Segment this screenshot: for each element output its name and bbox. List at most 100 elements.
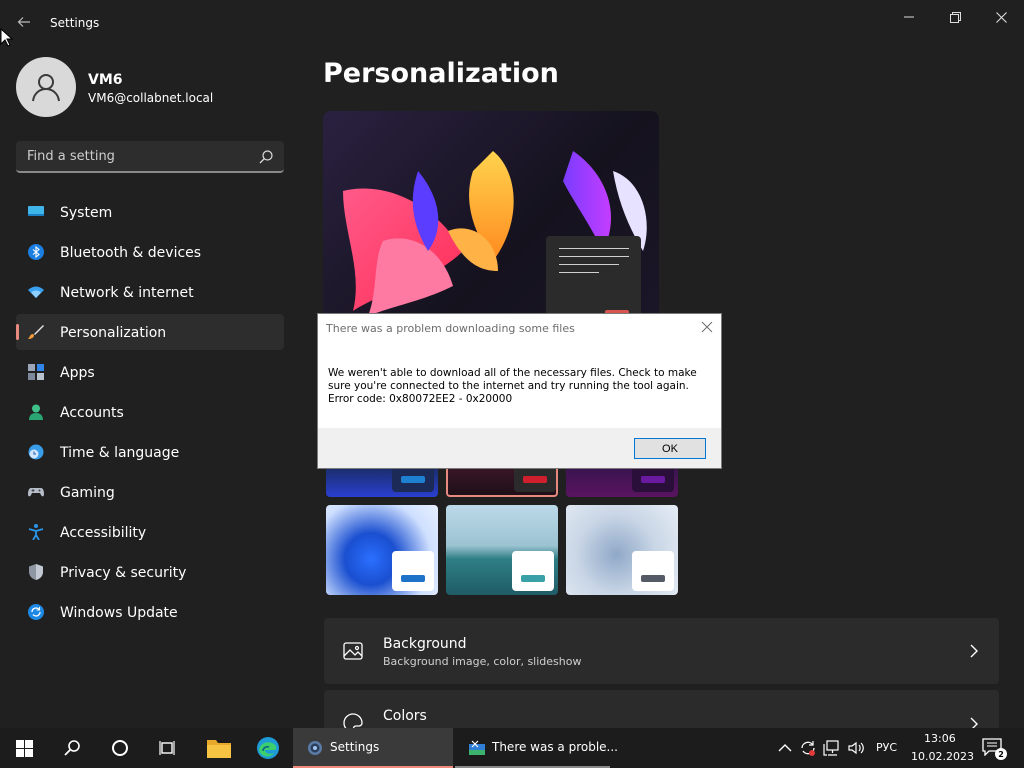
sidebar-item-system[interactable]: System <box>16 194 284 230</box>
mouse-pointer-icon <box>0 28 14 47</box>
back-button[interactable] <box>12 12 36 36</box>
start-button[interactable] <box>0 728 48 768</box>
network-icon[interactable] <box>823 739 841 757</box>
sidebar-item-network[interactable]: Network & internet <box>16 274 284 310</box>
search-icon <box>64 740 80 756</box>
close-icon[interactable] <box>701 321 713 333</box>
apps-icon <box>28 364 44 380</box>
sidebar-item-apps[interactable]: Apps <box>16 354 284 390</box>
restore-button[interactable] <box>932 4 978 30</box>
search-input[interactable]: Find a setting <box>16 141 284 173</box>
restore-icon <box>949 11 961 23</box>
notification-count-badge: 2 <box>995 748 1007 760</box>
dialog-message-line: sure you're connected to the internet an… <box>328 380 689 392</box>
sidebar-item-windows-update[interactable]: Windows Update <box>16 594 284 630</box>
cortana-button[interactable] <box>96 728 144 768</box>
sidebar-item-accounts[interactable]: Accounts <box>16 394 284 430</box>
sidebar-item-label: Apps <box>60 365 95 381</box>
close-button[interactable] <box>978 4 1024 30</box>
taskbar-task-settings[interactable]: Settings <box>293 728 453 768</box>
sidebar-nav: System Bluetooth & devices Network & int… <box>16 194 284 634</box>
minimize-button[interactable] <box>886 4 932 30</box>
sidebar-item-label: Accessibility <box>60 525 147 541</box>
dialog-footer: OK <box>318 428 721 468</box>
dialog-message-line: We weren't able to download all of the n… <box>328 367 697 379</box>
sidebar-item-label: Gaming <box>60 485 115 501</box>
taskbar-task-dialog[interactable]: There was a proble... <box>455 728 618 768</box>
card-title: Colors <box>383 708 427 724</box>
sidebar-item-label: Accounts <box>60 405 124 421</box>
notification-center-button[interactable]: 2 <box>982 738 1007 760</box>
accessibility-icon <box>28 524 44 540</box>
theme-tile-4[interactable] <box>326 505 438 595</box>
theme-tile-6[interactable] <box>566 505 678 595</box>
theme-tile-2[interactable] <box>446 468 558 497</box>
sidebar-item-label: Personalization <box>60 325 167 341</box>
sidebar-item-label: Privacy & security <box>60 565 187 581</box>
theme-tile-3[interactable] <box>566 468 678 497</box>
close-icon <box>995 11 1007 23</box>
taskbar: Settings There was a proble... РУС 13:06… <box>0 728 1024 768</box>
sync-icon[interactable] <box>799 739 817 757</box>
user-name: VM6 <box>88 72 123 88</box>
media-creation-tool-icon <box>469 740 485 755</box>
file-explorer-button[interactable] <box>195 728 243 768</box>
sidebar-item-personalization[interactable]: Personalization <box>16 314 284 350</box>
taskbar-task-label: Settings <box>330 740 380 754</box>
sidebar-item-label: Windows Update <box>60 605 178 621</box>
background-setting-card[interactable]: Background Background image, color, slid… <box>324 618 999 684</box>
dialog-message: We weren't able to download all of the n… <box>328 367 708 406</box>
clock-globe-icon <box>28 444 44 460</box>
preview-window-mockup <box>546 236 641 321</box>
sidebar-item-accessibility[interactable]: Accessibility <box>16 514 284 550</box>
dialog-title: There was a problem downloading some fil… <box>326 322 575 335</box>
taskbar-task-label: There was a proble... <box>492 740 618 754</box>
avatar[interactable] <box>16 57 76 117</box>
sidebar-item-bluetooth[interactable]: Bluetooth & devices <box>16 234 284 270</box>
volume-icon[interactable] <box>847 739 865 757</box>
bluetooth-icon <box>28 244 44 260</box>
card-title: Background <box>383 636 467 652</box>
task-view-icon <box>159 741 175 755</box>
chevron-up-icon[interactable] <box>776 739 794 757</box>
chevron-right-icon <box>970 644 978 658</box>
sidebar-item-privacy[interactable]: Privacy & security <box>16 554 284 590</box>
monitor-icon <box>28 206 44 216</box>
edge-button[interactable] <box>244 728 292 768</box>
sidebar-item-gaming[interactable]: Gaming <box>16 474 284 510</box>
sidebar-item-label: Bluetooth & devices <box>60 245 202 261</box>
sidebar-item-time-language[interactable]: Time & language <box>16 434 284 470</box>
folder-icon <box>207 740 231 758</box>
search-icon[interactable] <box>258 149 274 165</box>
gear-icon <box>308 741 322 755</box>
clock-time[interactable]: 13:06 <box>924 732 956 745</box>
card-subtitle: Background image, color, slideshow <box>383 655 582 668</box>
image-icon <box>343 642 363 660</box>
theme-tile-1[interactable] <box>326 468 438 497</box>
sidebar-item-label: Network & internet <box>60 285 194 301</box>
wifi-icon <box>28 286 44 298</box>
error-code: Error code: 0x80072EE2 - 0x20000 <box>328 393 513 405</box>
brush-icon <box>28 325 44 339</box>
task-view-button[interactable] <box>144 728 192 768</box>
sidebar-item-label: System <box>60 205 113 221</box>
error-dialog: There was a problem downloading some fil… <box>317 313 722 469</box>
person-icon <box>29 404 43 420</box>
ok-button[interactable]: OK <box>634 438 706 459</box>
shield-icon <box>29 564 43 580</box>
theme-tile-5[interactable] <box>446 505 558 595</box>
page-title: Personalization <box>323 58 559 89</box>
input-language[interactable]: РУС <box>876 741 897 754</box>
clock-date[interactable]: 10.02.2023 <box>911 750 974 763</box>
edge-browser-icon <box>257 737 279 759</box>
sidebar-item-label: Time & language <box>60 445 180 461</box>
colors-setting-card[interactable]: Colors <box>324 690 999 733</box>
circle-icon <box>112 740 128 756</box>
user-icon <box>32 74 60 102</box>
minimize-icon <box>904 16 914 18</box>
arrow-left-icon <box>17 17 30 27</box>
user-email: VM6@collabnet.local <box>88 91 214 105</box>
title-bar: Settings <box>0 0 1024 48</box>
windows-logo-icon <box>15 739 33 757</box>
search-button[interactable] <box>48 728 96 768</box>
